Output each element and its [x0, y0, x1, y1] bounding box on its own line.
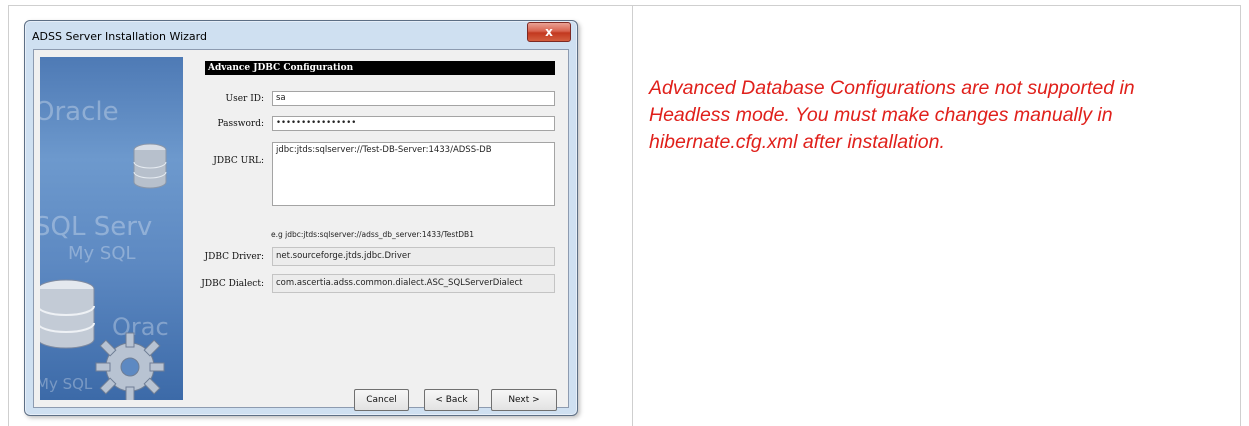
jdbc-dialect-field: com.ascertia.adss.common.dialect.ASC_SQL… [272, 274, 555, 293]
password-label: Password: [217, 119, 264, 129]
table-border-right [1240, 5, 1241, 426]
installer-window: ADSS Server Installation Wizard x Oracle… [24, 20, 578, 416]
database-icon-large [40, 279, 95, 349]
jdbc-driver-label: JDBC Driver: [204, 252, 265, 262]
jdbc-url-textarea[interactable]: jdbc:jtds:sqlserver://Test-DB-Server:143… [272, 142, 555, 206]
cancel-button[interactable]: Cancel [354, 389, 409, 411]
window-title: ADSS Server Installation Wizard [32, 30, 207, 43]
gear-icon [95, 332, 165, 400]
jdbc-dialect-label: JDBC Dialect: [201, 279, 264, 289]
database-icon [133, 143, 167, 189]
jdbc-driver-field: net.sourceforge.jtds.jdbc.Driver [272, 247, 555, 266]
back-button[interactable]: < Back [424, 389, 479, 411]
database-banner-image: Oracle SQL Serv My SQL Orac My SQL [40, 57, 183, 400]
banner-watermark: My SQL [40, 375, 93, 393]
title-bar[interactable]: ADSS Server Installation Wizard x [25, 21, 577, 49]
headless-mode-note: Advanced Database Configurations are not… [649, 77, 1135, 153]
next-button[interactable]: Next > [491, 389, 557, 411]
table-border-middle [632, 5, 633, 426]
banner-watermark: My SQL [68, 243, 136, 264]
banner-watermark: Oracle [40, 97, 119, 127]
banner-watermark: SQL Serv [40, 212, 153, 242]
close-icon: x [545, 25, 553, 39]
jdbc-url-label: JDBC URL: [213, 156, 264, 166]
close-button[interactable]: x [527, 22, 571, 42]
jdbc-url-hint: e.g jdbc:jtds:sqlserver://adss_db_server… [271, 230, 474, 239]
user-id-input[interactable]: sa [272, 91, 555, 106]
table-border-left [8, 5, 9, 426]
table-border-top [8, 5, 1241, 6]
panel-header: Advance JDBC Configuration [205, 61, 555, 75]
user-id-label: User ID: [225, 94, 265, 104]
wizard-client-area: Oracle SQL Serv My SQL Orac My SQL Advan… [33, 49, 569, 411]
password-input[interactable]: •••••••••••••••• [272, 116, 555, 131]
